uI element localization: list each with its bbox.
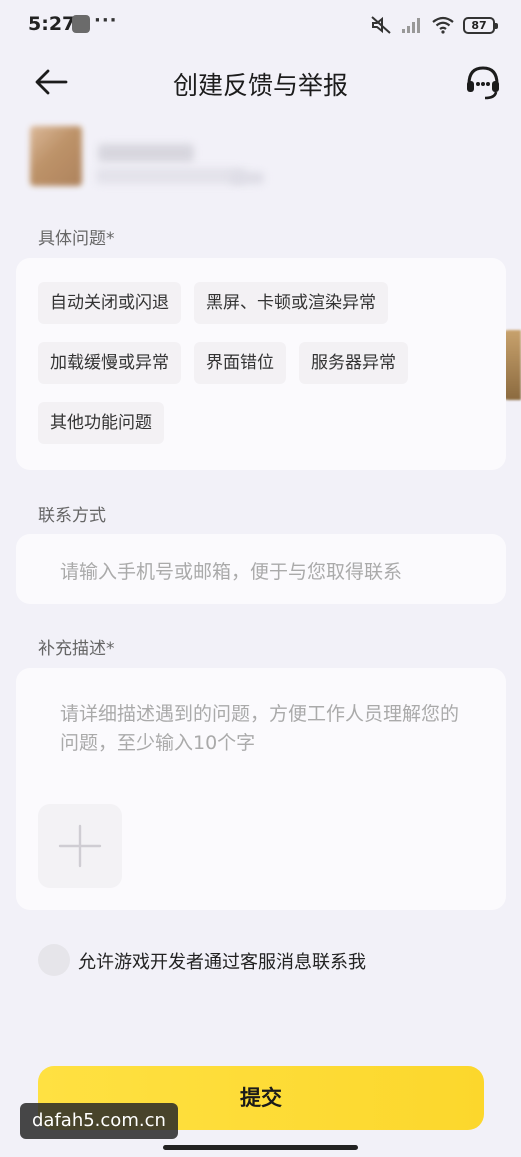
page-title: 创建反馈与举报: [172, 71, 348, 100]
add-image-button[interactable]: [38, 804, 122, 888]
app-notification-icon: [72, 15, 90, 33]
more-notifications-indicator: ···: [94, 10, 118, 31]
game-icon: [30, 126, 82, 186]
status-time: 5:27: [28, 13, 76, 35]
consent-checkbox[interactable]: [38, 944, 70, 976]
game-meta-blurred: [230, 172, 264, 184]
description-textarea[interactable]: 请详细描述遇到的问题，方便工作人员理解您的问题，至少输入10个字: [16, 668, 506, 910]
battery-icon: 87: [463, 16, 498, 34]
problem-option[interactable]: 黑屏、卡顿或渲染异常: [194, 282, 388, 324]
wifi-icon: [432, 16, 454, 34]
description-placeholder: 请详细描述遇到的问题，方便工作人员理解您的问题，至少输入10个字: [60, 703, 460, 754]
plus-icon: [58, 824, 102, 868]
status-icons: 87: [370, 13, 498, 37]
contact-section-label: 联系方式: [38, 506, 106, 526]
problem-option[interactable]: 界面错位: [194, 342, 286, 384]
game-subtitle-blurred: [96, 168, 246, 184]
mute-icon: [371, 16, 391, 34]
header: 创建反馈与举报: [0, 52, 521, 112]
contact-input-placeholder: 请输入手机号或邮箱，便于与您取得联系: [60, 561, 403, 583]
problem-option[interactable]: 服务器异常: [299, 342, 408, 384]
problem-section-label: 具体问题*: [38, 229, 115, 249]
problem-option[interactable]: 自动关闭或闪退: [38, 282, 181, 324]
game-name-blurred: [98, 144, 194, 162]
status-bar: 5:27 ··· 87: [0, 0, 521, 50]
customer-service-icon: [467, 66, 499, 100]
watermark: dafah5.com.cn: [20, 1103, 178, 1139]
game-info: [30, 124, 390, 194]
signal-icon: [402, 18, 420, 33]
description-section-label: 补充描述*: [38, 639, 115, 659]
problem-option[interactable]: 加载缓慢或异常: [38, 342, 181, 384]
customer-service-button[interactable]: [463, 60, 503, 104]
consent-label: 允许游戏开发者通过客服消息联系我: [78, 952, 366, 973]
home-indicator[interactable]: [163, 1145, 358, 1150]
consent-row[interactable]: 允许游戏开发者通过客服消息联系我: [38, 942, 498, 978]
problem-option[interactable]: 其他功能问题: [38, 402, 164, 444]
problem-options-card: 自动关闭或闪退 黑屏、卡顿或渲染异常 加载缓慢或异常 界面错位 服务器异常 其他…: [16, 258, 506, 470]
